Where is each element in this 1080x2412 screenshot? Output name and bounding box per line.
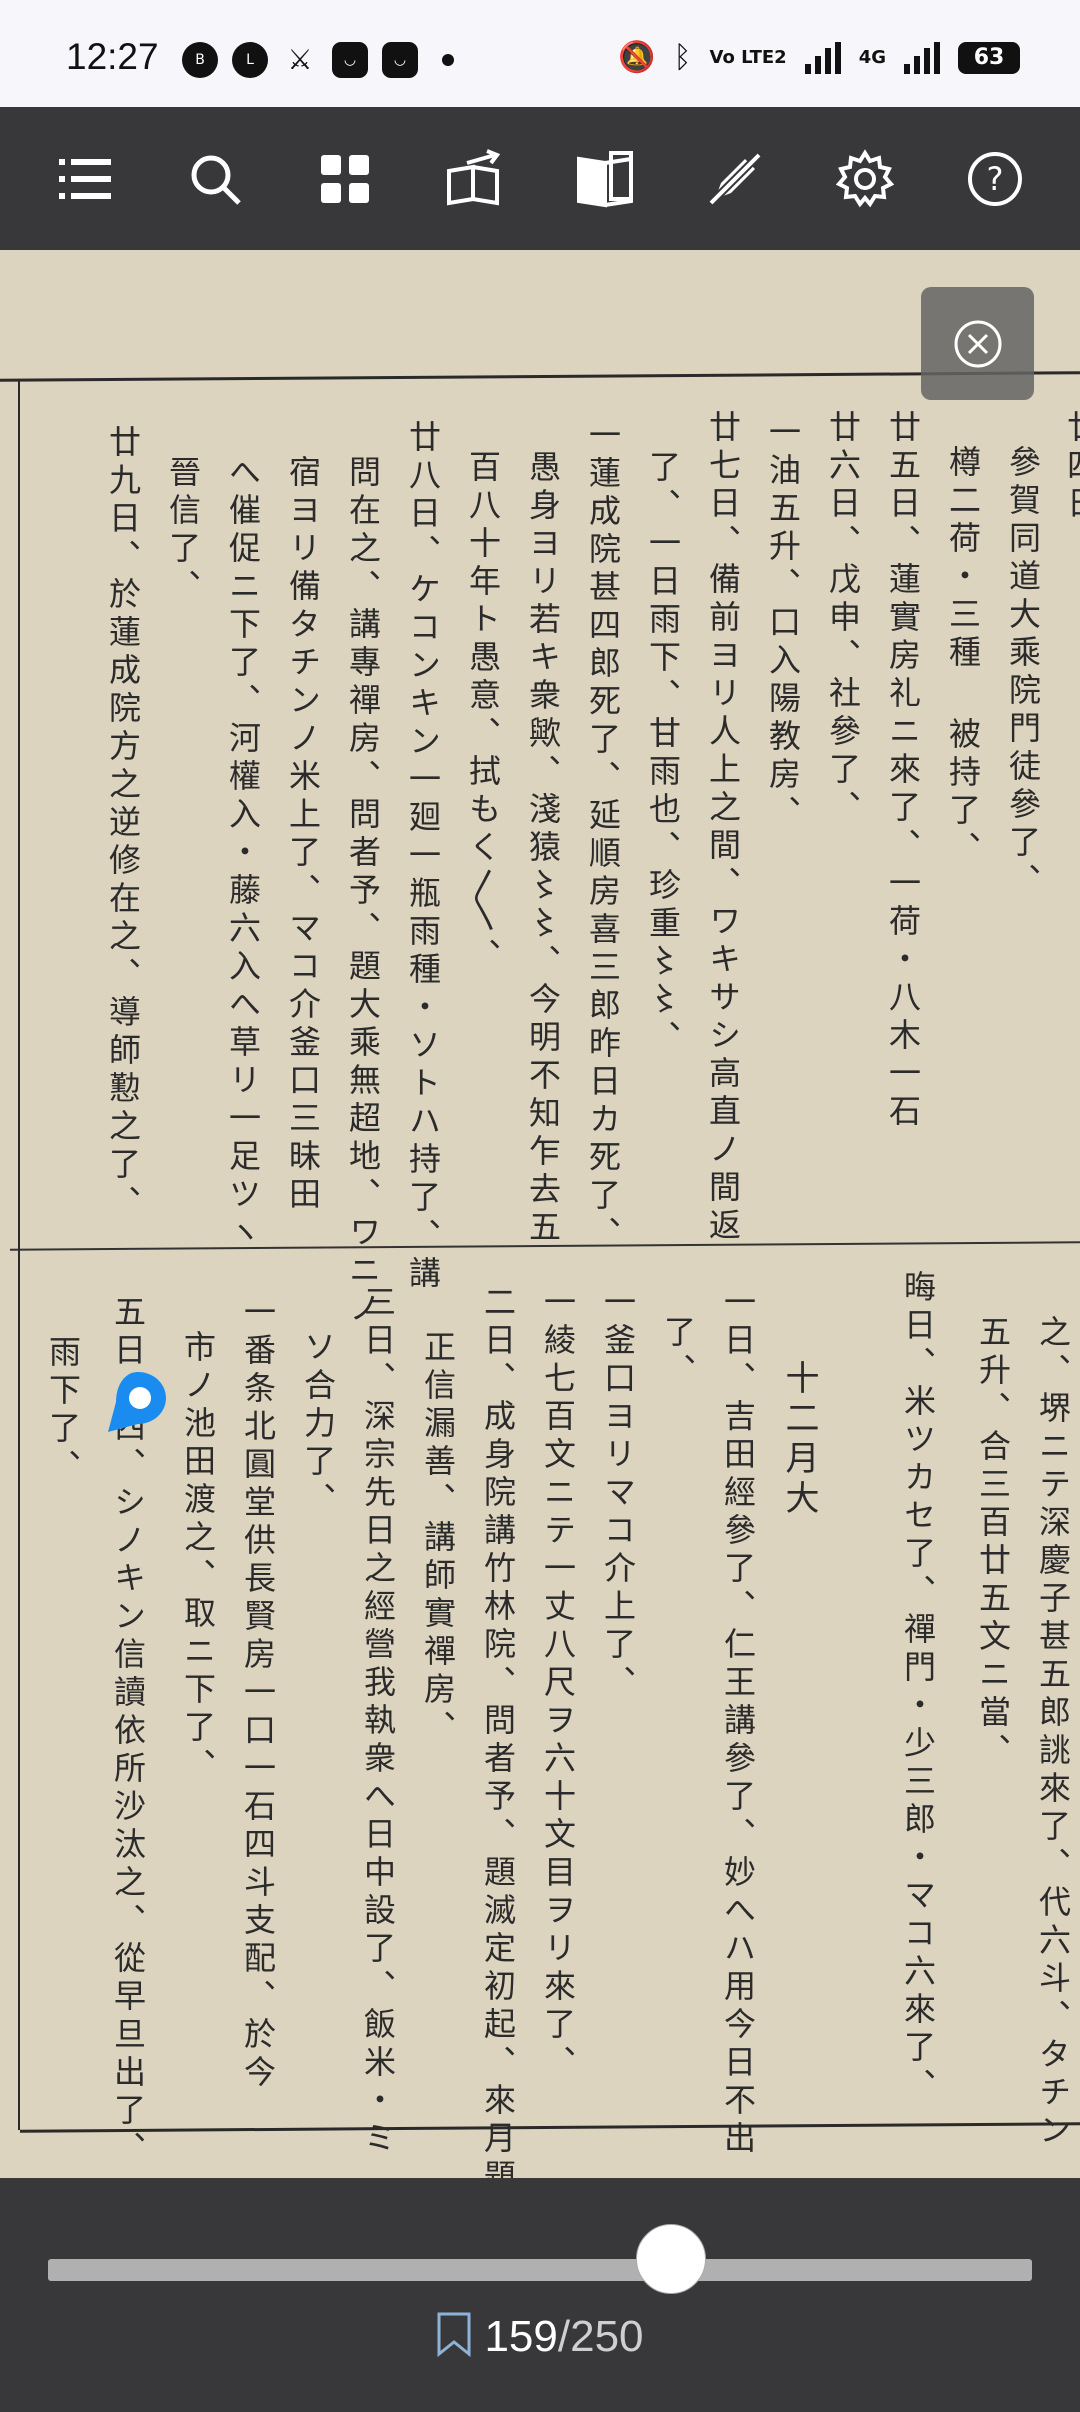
text-column: 一番条北圓堂供長賢房一口一石四斗支配、於今 <box>239 1295 277 2093</box>
grid-icon <box>321 154 369 203</box>
close-circle-icon <box>954 320 1001 367</box>
text-column: 一釜口ヨリマコ介上了、 <box>599 1285 637 1703</box>
more-dot-icon <box>442 54 454 66</box>
share-book-button[interactable] <box>435 139 515 219</box>
frame-line-bottom <box>20 2122 1080 2133</box>
bag-icon: ◡ <box>382 42 418 78</box>
text-column: 雨下了、 <box>44 1335 82 1487</box>
page-slider-thumb[interactable] <box>635 2224 706 2294</box>
text-column: 之、堺ニテ深慶子甚五郎誂來了、代六斗、タチン <box>1034 1315 1072 2151</box>
book-open-icon <box>577 150 633 207</box>
page-indicator: 159/250 <box>0 2311 1080 2362</box>
text-column: 一日、吉田經參了、仁王講參了、妙へハ用今日不出 <box>719 1285 757 2159</box>
menu-button[interactable] <box>45 139 125 219</box>
text-column: 了、 <box>659 1315 697 1391</box>
system-icons: 🔕 ᛒ Vo LTE2 4G 63 <box>618 40 1020 75</box>
text-column: 一綾七百文ニテ一丈八尺ヲ六十文目ヲリ來了、 <box>539 1285 577 2083</box>
text-column: 市ノ池田渡之、取ニ下了、 <box>179 1330 217 1786</box>
total-pages: 250 <box>570 2312 644 2361</box>
status-time: 12:27 <box>66 36 159 77</box>
grid-button[interactable] <box>305 139 385 219</box>
settings-button[interactable] <box>825 139 905 219</box>
text-column: 三日、深宗先日之經營我執衆へ日中設了、飯米・ミ <box>359 1285 397 2159</box>
annotation-toggle-button[interactable] <box>695 139 775 219</box>
bookmark-icon[interactable] <box>436 2311 472 2358</box>
menu-icon <box>59 158 111 199</box>
section-heading: 十二月大 <box>779 1360 819 1520</box>
help-button[interactable]: ? <box>955 139 1035 219</box>
page-separator: / <box>557 2312 571 2361</box>
notification-icons: B L ⚔ ◡ ◡ <box>182 42 454 78</box>
current-page: 159 <box>484 2312 558 2361</box>
gear-icon <box>835 148 895 207</box>
svg-text:?: ? <box>987 160 1004 198</box>
text-column: 一蓮成院甚四郎死了、延順房喜三郎昨日カ死了、 <box>584 418 622 1254</box>
reader-bottom-bar: 159/250 <box>0 2178 1080 2412</box>
text-column: 了、一日雨下、甘雨也、珍重〻〻、 <box>644 450 682 1058</box>
mute-icon: 🔕 <box>618 40 656 75</box>
text-column: 宿ヨリ備タチンノ米上了、マコ介釜口三昧田 <box>284 455 322 1215</box>
document-page[interactable]: 廿四日。 參賀同道大乘院門徒參了、 樽二荷・三種 被持了、 廿五日、蓮實房礼ニ來… <box>0 250 1080 2178</box>
signal-icon <box>904 41 940 74</box>
text-column: 百八十年ト愚意、拭もく〳〵、 <box>464 450 502 976</box>
volte-label: Vo LTE2 <box>709 46 787 68</box>
status-bar: 12:27 B L ⚔ ◡ ◡ 🔕 ᛒ Vo LTE2 4G 63 <box>0 0 1080 107</box>
text-column: 愚身ヨリ若キ衆歟、淺猿〻〻、今明不知乍去五 <box>524 450 562 1248</box>
text-column: 參賀同道大乘院門徒參了、 <box>1004 445 1042 901</box>
bag-icon: ◡ <box>332 42 368 78</box>
battery-icon: 63 <box>958 41 1020 74</box>
reader-toolbar: ? <box>0 107 1080 250</box>
frame-line-left <box>18 380 20 2130</box>
text-column: 廿六日、戊申、社參了、 <box>824 410 862 828</box>
text-column: 五升、合三百廿五文ニ當、 <box>974 1315 1012 1771</box>
search-button[interactable] <box>175 139 255 219</box>
text-column: 二日、成身院講竹林院、問者予、題滅定初起、來月題 <box>479 1285 517 2178</box>
close-button[interactable] <box>921 287 1034 400</box>
text-column: ソ合力了、 <box>299 1330 337 1520</box>
text-column: 樽二荷・三種 被持了、 <box>944 445 982 869</box>
share-book-icon <box>447 148 501 205</box>
search-icon <box>191 155 241 205</box>
line-icon: L <box>232 42 268 78</box>
network-type: 4G <box>858 46 886 68</box>
cross-icon: ⚔ <box>287 43 313 76</box>
text-column: 問在之、講專禪房、問者予、題大乘無超地、ワニノ <box>344 455 382 1329</box>
page-slider-track[interactable] <box>48 2259 1032 2281</box>
text-column: 正信漏善、講師實禪房、 <box>419 1330 457 1748</box>
signal-icon <box>804 41 841 74</box>
text-column: 晉信了、 <box>164 455 202 607</box>
frame-line-top <box>0 371 1080 382</box>
bluetooth-icon: ᛒ <box>673 40 692 75</box>
link-icon: B <box>182 42 218 78</box>
location-pin-icon[interactable] <box>104 1368 172 1436</box>
text-column: 廿九日、於蓮成院方之逆修在之、導師懃之了、 <box>104 425 142 1223</box>
text-column: 廿五日、蓮實房礼ニ來了、一荷・八木一石 <box>884 410 922 1132</box>
text-column: へ催促ニ下了、河權入・藤六入へ草リ一足ツヽ <box>224 455 262 1253</box>
help-icon: ? <box>968 151 1022 206</box>
book-view-button[interactable] <box>565 139 645 219</box>
text-column: 廿八日、ケコンキン一廻一瓶雨種・ソトハ持了、講 <box>404 420 442 1294</box>
no-edit-icon <box>706 149 764 208</box>
text-column: 廿四日。 <box>1062 410 1080 562</box>
text-column: 廿七日、備前ヨリ人上之間、ワキサシ高直ノ間返 <box>704 410 742 1246</box>
text-column: 一油五升、口入陽教房、 <box>764 415 802 833</box>
text-column: 晦日、米ツカセ了、禪門・少三郎・マコ六來了、 <box>899 1270 937 2106</box>
